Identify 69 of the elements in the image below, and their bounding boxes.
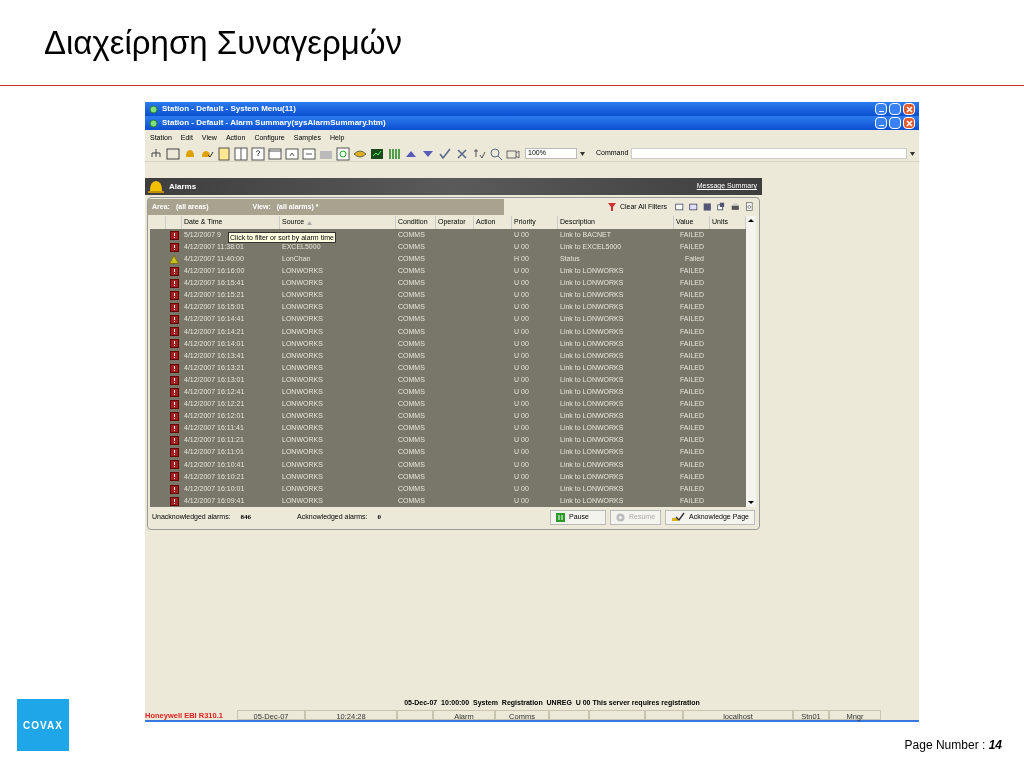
- panel-title: Alarms: [169, 180, 197, 193]
- alarm-icon: [169, 411, 179, 421]
- restore-button[interactable]: [889, 117, 901, 129]
- scrollbar[interactable]: [746, 216, 756, 508]
- help-icon[interactable]: [251, 146, 265, 161]
- window-icon[interactable]: [285, 146, 299, 161]
- alarm-icon: [169, 230, 179, 240]
- alarm-icon: [169, 399, 179, 409]
- alarm-icon: [169, 363, 179, 373]
- monitor-icon[interactable]: [370, 146, 384, 161]
- check-icon[interactable]: [438, 146, 452, 161]
- company-logo: CΟVAX: [17, 699, 69, 751]
- slide-title: Διαχείρηση Συναγερμών: [44, 22, 403, 63]
- warning-icon: [169, 254, 179, 264]
- filter-clear-icon: [606, 202, 617, 212]
- table-icon[interactable]: [689, 200, 699, 214]
- close-button[interactable]: [903, 103, 915, 115]
- dropdown-arrow-icon[interactable]: [910, 151, 915, 156]
- alarm-icon: [169, 436, 179, 446]
- save-icon[interactable]: [703, 200, 713, 214]
- restore-button[interactable]: [889, 103, 901, 115]
- window-icon[interactable]: [268, 146, 282, 161]
- alarm-icon: [169, 496, 179, 506]
- acknowledge-icon: [671, 512, 686, 523]
- search-icon[interactable]: [489, 146, 503, 161]
- preview-icon[interactable]: [745, 200, 755, 214]
- spellcheck-icon[interactable]: [472, 146, 486, 161]
- columns-icon[interactable]: [234, 146, 248, 161]
- alarm-icon: [169, 460, 179, 470]
- play-icon: [616, 512, 625, 522]
- alarm-icon: [169, 266, 179, 276]
- alarm-icon: [169, 375, 179, 385]
- page-number: Page Number : 14: [904, 737, 1002, 754]
- window-title: Station - Default - System Menu(11): [162, 103, 296, 115]
- scroll-up-icon[interactable]: [746, 216, 756, 225]
- minimize-button[interactable]: [875, 103, 887, 115]
- alarm-icon: [169, 242, 179, 252]
- alarm-icon: [169, 448, 179, 458]
- alarm-icon: [169, 484, 179, 494]
- close-icon: [905, 119, 913, 127]
- status-cell: [397, 710, 433, 720]
- alarm-icon: [169, 387, 179, 397]
- dropdown-arrow-icon[interactable]: [580, 151, 585, 156]
- command-field[interactable]: [631, 148, 907, 159]
- sort-arrow-icon: [307, 220, 313, 225]
- bell-icon: [147, 179, 165, 194]
- window-title: Station - Default - Alarm Summary(sysAlarmSummary.htm): [162, 117, 386, 129]
- minimize-button[interactable]: [875, 117, 887, 129]
- alarm-icon: [169, 315, 179, 325]
- status-cell: [645, 710, 683, 720]
- alarm-icon: [169, 303, 179, 313]
- alarm-icon: [169, 339, 179, 349]
- refresh-icon[interactable]: [336, 146, 350, 161]
- export-icon[interactable]: [717, 200, 727, 214]
- alarm-icon: [169, 327, 179, 337]
- status-cell: [549, 710, 589, 720]
- alarm-icon: [169, 351, 179, 361]
- status-cell: [589, 710, 645, 720]
- close-icon[interactable]: [455, 146, 469, 161]
- pause-icon: [556, 512, 565, 522]
- close-button[interactable]: [903, 117, 915, 129]
- window-icon[interactable]: [302, 146, 316, 161]
- alarm-icon: [169, 424, 179, 434]
- alarm-icon: [169, 278, 179, 288]
- alarm-icon: [169, 291, 179, 300]
- image-icon[interactable]: [166, 146, 180, 161]
- table-icon[interactable]: [675, 200, 685, 214]
- alarm-icon: [169, 472, 179, 482]
- close-icon: [905, 105, 913, 113]
